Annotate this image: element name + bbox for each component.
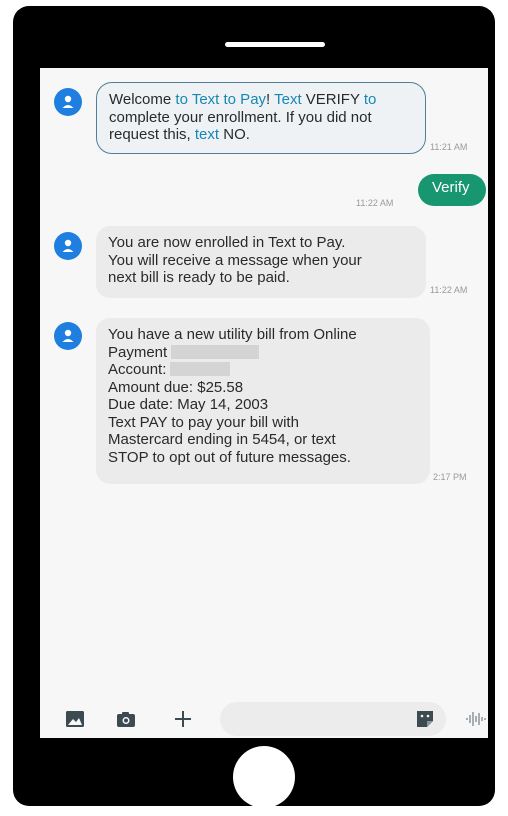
message-bubble-bill[interactable]: You have a new utility bill from Online …: [96, 318, 430, 484]
message-bubble-outgoing[interactable]: Verify: [418, 174, 486, 206]
add-icon[interactable]: [172, 708, 194, 730]
message-timestamp: 11:22 AM: [430, 285, 468, 295]
bill-line: You have a new utility bill from Online: [108, 326, 357, 343]
bill-line: Due date: May 14, 2003: [108, 396, 269, 413]
contact-avatar-icon[interactable]: [54, 322, 82, 350]
camera-icon[interactable]: [115, 708, 137, 730]
message-bubble-enrolled[interactable]: You are now enrolled in Text to Pay. You…: [96, 226, 426, 298]
bill-line: Text PAY to pay your bill with: [108, 413, 299, 431]
message-timestamp: 2:17 PM: [433, 472, 467, 482]
bill-line: Amount due: $25.58: [108, 378, 244, 396]
redacted-block: [171, 344, 260, 359]
bill-line: Payment: [108, 344, 418, 362]
redacted-block: [170, 362, 231, 376]
sticker-icon[interactable]: [414, 708, 436, 730]
bill-line: Mastercard ending in 5454, or text: [108, 431, 336, 448]
bill-line: STOP to opt out of future messages.: [108, 448, 351, 466]
message-text: Welcome to Text to Pay! Text VERIFY to c…: [109, 91, 377, 143]
speaker-grille: [225, 42, 325, 47]
message-timestamp: 11:21 AM: [430, 142, 468, 152]
bill-line: Account:: [108, 361, 418, 379]
message-input[interactable]: [220, 702, 446, 736]
compose-toolbar: [40, 698, 488, 738]
conversation-screen: Welcome to Text to Pay! Text VERIFY to c…: [40, 68, 488, 738]
voice-icon[interactable]: [464, 708, 486, 730]
home-button[interactable]: [233, 746, 295, 808]
contact-avatar-icon[interactable]: [54, 232, 82, 260]
message-timestamp: 11:22 AM: [356, 198, 394, 208]
message-bubble-welcome[interactable]: Welcome to Text to Pay! Text VERIFY to c…: [96, 82, 426, 154]
gallery-icon[interactable]: [64, 708, 86, 730]
contact-avatar-icon[interactable]: [54, 88, 82, 116]
